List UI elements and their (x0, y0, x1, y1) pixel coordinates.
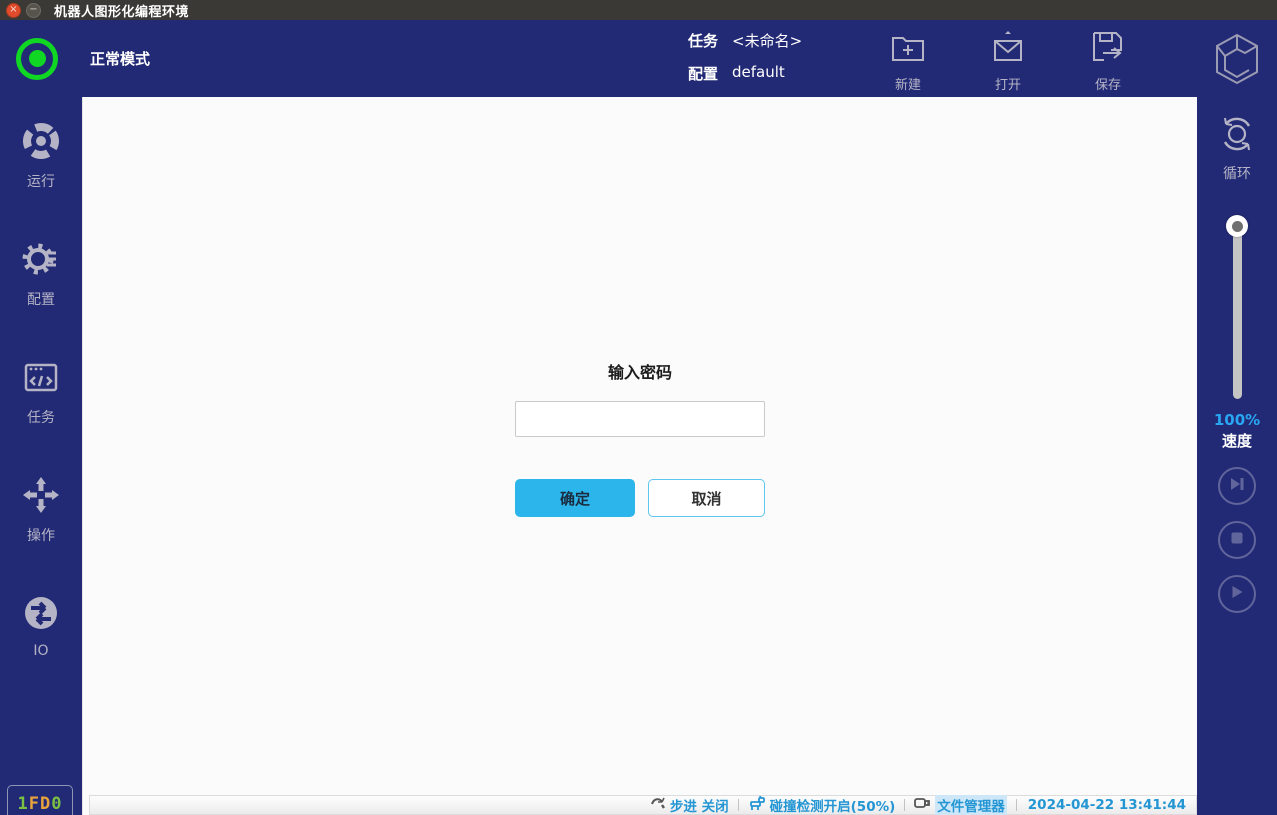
header-actions: 新建 打开 (880, 28, 1136, 93)
sidebar-item-config[interactable]: 配置 (0, 229, 82, 319)
minimize-button[interactable]: − (26, 3, 41, 18)
code-window-icon (21, 357, 61, 401)
speed-percent: 100% (1214, 411, 1260, 429)
close-button[interactable]: × (6, 3, 21, 18)
collision-status[interactable]: 碰撞检测开启(50%) (748, 795, 896, 815)
speed-label: 速度 (1214, 430, 1260, 451)
mode-indicator-group: 正常模式 (16, 38, 150, 80)
right-sidebar: 循环 100% 速度 (1197, 97, 1277, 815)
open-file-icon (989, 28, 1027, 70)
save-task-button[interactable]: 保存 (1080, 28, 1136, 93)
action-label: 保存 (1095, 74, 1121, 93)
file-manager-item[interactable]: 文件管理器 (914, 795, 1007, 815)
password-dialog: 输入密码 确定 取消 (515, 359, 765, 517)
play-icon (1228, 583, 1246, 605)
main-content: 输入密码 确定 取消 步进 关闭 (82, 97, 1197, 815)
loop-button[interactable]: 循环 (1216, 113, 1258, 183)
open-task-button[interactable]: 打开 (980, 28, 1036, 93)
code-char: 1 (18, 794, 29, 814)
step-forward-button[interactable] (1218, 467, 1256, 505)
skip-next-icon (1228, 475, 1246, 497)
play-button[interactable] (1218, 575, 1256, 613)
titlebar: × − 机器人图形化编程环境 (0, 0, 1277, 20)
action-label: 新建 (895, 74, 921, 93)
save-icon (1089, 28, 1127, 70)
sidebar-item-run[interactable]: 运行 (0, 111, 82, 201)
statusbar-separator (1016, 799, 1017, 811)
sidebar-item-task[interactable]: 任务 (0, 347, 82, 437)
sidebar-item-label: 操作 (27, 525, 55, 545)
step-arrow-icon (650, 796, 666, 814)
run-icon (21, 121, 61, 165)
stop-icon (1229, 530, 1245, 550)
sidebar-item-operate[interactable]: 操作 (0, 465, 82, 555)
password-input[interactable] (515, 401, 765, 437)
sidebar-item-label: 运行 (27, 171, 55, 191)
task-config-info: 任务 <未命名> 配置 default (688, 30, 802, 96)
task-value: <未命名> (732, 30, 802, 51)
sidebar-item-label: 任务 (27, 407, 55, 427)
io-exchange-icon (21, 593, 61, 637)
left-sidebar: 运行 配置 (0, 97, 82, 815)
collision-status-label: 碰撞检测开启(50%) (770, 795, 896, 815)
mode-label: 正常模式 (90, 48, 150, 69)
dialog-title: 输入密码 (515, 359, 765, 383)
task-label: 任务 (688, 30, 718, 51)
code-char: 0 (51, 794, 62, 814)
config-value: default (732, 63, 785, 84)
file-manager-label: 文件管理器 (935, 795, 1007, 815)
code-char: F (29, 794, 40, 814)
cancel-button[interactable]: 取消 (648, 479, 765, 517)
ok-button[interactable]: 确定 (515, 479, 635, 517)
action-label: 打开 (995, 74, 1021, 93)
step-status[interactable]: 步进 关闭 (650, 795, 729, 815)
code-char: D (40, 794, 51, 814)
brand-logo-icon (1211, 32, 1263, 90)
sidebar-item-label: IO (33, 643, 48, 659)
config-label: 配置 (688, 63, 718, 84)
sidebar-item-label: 配置 (27, 289, 55, 309)
normal-mode-indicator-icon (16, 38, 58, 80)
status-code-badge: 1 F D 0 (7, 785, 73, 815)
speed-readout: 100% 速度 (1214, 411, 1260, 451)
loop-refresh-icon (1216, 113, 1258, 159)
step-status-label: 步进 关闭 (670, 795, 729, 815)
sidebar-item-io[interactable]: IO (0, 583, 82, 669)
app-header: 正常模式 任务 <未命名> 配置 default 新建 (0, 20, 1277, 97)
slider-knob[interactable] (1226, 215, 1248, 237)
new-file-icon (889, 28, 927, 70)
status-timestamp: 2024-04-22 13:41:44 (1028, 797, 1186, 813)
app-window: × − 机器人图形化编程环境 正常模式 任务 <未命名> 配置 default (0, 0, 1277, 815)
window-title: 机器人图形化编程环境 (54, 1, 189, 20)
speed-slider[interactable] (1226, 215, 1248, 395)
collision-detect-icon (748, 796, 766, 815)
usb-drive-icon (914, 796, 931, 814)
move-arrows-icon (21, 475, 61, 519)
new-task-button[interactable]: 新建 (880, 28, 936, 93)
gear-icon (21, 239, 61, 283)
loop-label: 循环 (1223, 163, 1251, 183)
slider-track[interactable] (1233, 223, 1242, 399)
stop-button[interactable] (1218, 521, 1256, 559)
statusbar-separator (738, 799, 739, 811)
status-bar: 步进 关闭 碰撞检测开启(50%) (89, 795, 1197, 815)
statusbar-separator (904, 799, 905, 811)
